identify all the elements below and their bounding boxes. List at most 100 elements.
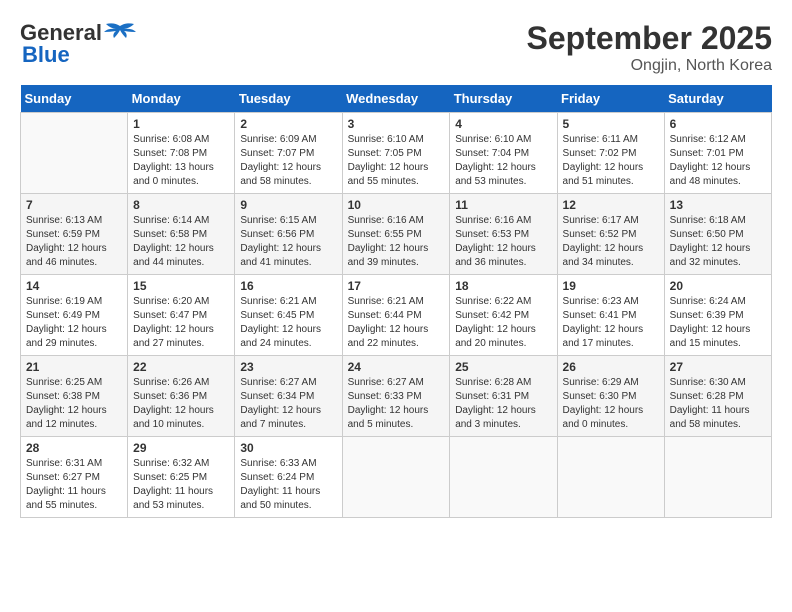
week-row-3: 14 Sunrise: 6:19 AM Sunset: 6:49 PM Dayli… bbox=[21, 275, 772, 356]
day-info: Sunrise: 6:08 AM Sunset: 7:08 PM Dayligh… bbox=[133, 133, 229, 189]
day-info: Sunrise: 6:18 AM Sunset: 6:50 PM Dayligh… bbox=[670, 214, 766, 270]
day-number: 4 bbox=[455, 117, 551, 131]
calendar-cell: 26Sunrise: 6:29 AM Sunset: 6:30 PM Dayli… bbox=[557, 356, 664, 437]
day-number: 30 bbox=[240, 441, 336, 455]
day-number: 23 bbox=[240, 360, 336, 374]
calendar-cell: 24Sunrise: 6:27 AM Sunset: 6:33 PM Dayli… bbox=[342, 356, 450, 437]
calendar-cell: 29Sunrise: 6:32 AM Sunset: 6:25 PM Dayli… bbox=[128, 437, 235, 518]
day-number: 22 bbox=[133, 360, 229, 374]
col-header-saturday: Saturday bbox=[664, 85, 771, 113]
week-row-1: 1Sunrise: 6:08 AM Sunset: 7:08 PM Daylig… bbox=[21, 113, 772, 194]
day-info: Sunrise: 6:31 AM Sunset: 6:27 PM Dayligh… bbox=[26, 457, 122, 513]
week-row-4: 21 Sunrise: 6:25 AM Sunset: 6:38 PM Dayli… bbox=[21, 356, 772, 437]
day-info: Sunrise: 6:15 AM Sunset: 6:56 PM Dayligh… bbox=[240, 214, 336, 270]
calendar-cell: 5 Sunrise: 6:11 AM Sunset: 7:02 PM Daylig… bbox=[557, 113, 664, 194]
day-number: 12 bbox=[563, 198, 659, 212]
col-header-thursday: Thursday bbox=[450, 85, 557, 113]
col-header-sunday: Sunday bbox=[21, 85, 128, 113]
calendar-cell: 30Sunrise: 6:33 AM Sunset: 6:24 PM Dayli… bbox=[235, 437, 342, 518]
calendar-cell: 21 Sunrise: 6:25 AM Sunset: 6:38 PM Dayli… bbox=[21, 356, 128, 437]
day-number: 17 bbox=[348, 279, 445, 293]
calendar-cell: 11 Sunrise: 6:16 AM Sunset: 6:53 PM Dayli… bbox=[450, 194, 557, 275]
calendar-cell bbox=[21, 113, 128, 194]
col-header-monday: Monday bbox=[128, 85, 235, 113]
month-title: September 2025 bbox=[527, 20, 772, 57]
calendar-cell: 6 Sunrise: 6:12 AM Sunset: 7:01 PM Daylig… bbox=[664, 113, 771, 194]
day-info: Sunrise: 6:13 AM Sunset: 6:59 PM Dayligh… bbox=[26, 214, 122, 270]
day-info: Sunrise: 6:21 AM Sunset: 6:44 PM Dayligh… bbox=[348, 295, 445, 351]
day-number: 21 bbox=[26, 360, 122, 374]
calendar-cell: 25 Sunrise: 6:28 AM Sunset: 6:31 PM Dayli… bbox=[450, 356, 557, 437]
location: Ongjin, North Korea bbox=[527, 57, 772, 75]
day-info: Sunrise: 6:30 AM Sunset: 6:28 PM Dayligh… bbox=[670, 376, 766, 432]
calendar-cell: 4 Sunrise: 6:10 AM Sunset: 7:04 PM Daylig… bbox=[450, 113, 557, 194]
calendar-cell: 27 Sunrise: 6:30 AM Sunset: 6:28 PM Dayli… bbox=[664, 356, 771, 437]
col-header-tuesday: Tuesday bbox=[235, 85, 342, 113]
calendar-cell: 7 Sunrise: 6:13 AM Sunset: 6:59 PM Daylig… bbox=[21, 194, 128, 275]
day-info: Sunrise: 6:16 AM Sunset: 6:53 PM Dayligh… bbox=[455, 214, 551, 270]
calendar-cell: 8 Sunrise: 6:14 AM Sunset: 6:58 PM Daylig… bbox=[128, 194, 235, 275]
calendar-cell bbox=[342, 437, 450, 518]
day-number: 19 bbox=[563, 279, 659, 293]
calendar-cell: 3Sunrise: 6:10 AM Sunset: 7:05 PM Daylig… bbox=[342, 113, 450, 194]
day-info: Sunrise: 6:19 AM Sunset: 6:49 PM Dayligh… bbox=[26, 295, 122, 351]
day-number: 10 bbox=[348, 198, 445, 212]
day-number: 29 bbox=[133, 441, 229, 455]
day-number: 24 bbox=[348, 360, 445, 374]
logo-text-blue: Blue bbox=[22, 42, 70, 68]
calendar-cell: 23 Sunrise: 6:27 AM Sunset: 6:34 PM Dayli… bbox=[235, 356, 342, 437]
calendar-cell: 28Sunrise: 6:31 AM Sunset: 6:27 PM Dayli… bbox=[21, 437, 128, 518]
calendar-cell: 22 Sunrise: 6:26 AM Sunset: 6:36 PM Dayli… bbox=[128, 356, 235, 437]
day-number: 11 bbox=[455, 198, 551, 212]
calendar-cell: 12 Sunrise: 6:17 AM Sunset: 6:52 PM Dayli… bbox=[557, 194, 664, 275]
day-info: Sunrise: 6:10 AM Sunset: 7:04 PM Dayligh… bbox=[455, 133, 551, 189]
day-number: 26 bbox=[563, 360, 659, 374]
day-info: Sunrise: 6:16 AM Sunset: 6:55 PM Dayligh… bbox=[348, 214, 445, 270]
page-header: General Blue September 2025 Ongjin, Nort… bbox=[20, 20, 772, 75]
day-number: 14 bbox=[26, 279, 122, 293]
day-number: 20 bbox=[670, 279, 766, 293]
day-info: Sunrise: 6:22 AM Sunset: 6:42 PM Dayligh… bbox=[455, 295, 551, 351]
day-number: 15 bbox=[133, 279, 229, 293]
calendar-cell: 15 Sunrise: 6:20 AM Sunset: 6:47 PM Dayli… bbox=[128, 275, 235, 356]
day-number: 2 bbox=[240, 117, 336, 131]
day-info: Sunrise: 6:21 AM Sunset: 6:45 PM Dayligh… bbox=[240, 295, 336, 351]
day-number: 18 bbox=[455, 279, 551, 293]
calendar-cell: 2 Sunrise: 6:09 AM Sunset: 7:07 PM Daylig… bbox=[235, 113, 342, 194]
day-info: Sunrise: 6:11 AM Sunset: 7:02 PM Dayligh… bbox=[563, 133, 659, 189]
day-number: 3 bbox=[348, 117, 445, 131]
day-number: 13 bbox=[670, 198, 766, 212]
day-number: 27 bbox=[670, 360, 766, 374]
day-info: Sunrise: 6:17 AM Sunset: 6:52 PM Dayligh… bbox=[563, 214, 659, 270]
day-info: Sunrise: 6:12 AM Sunset: 7:01 PM Dayligh… bbox=[670, 133, 766, 189]
calendar-cell bbox=[557, 437, 664, 518]
day-info: Sunrise: 6:28 AM Sunset: 6:31 PM Dayligh… bbox=[455, 376, 551, 432]
day-info: Sunrise: 6:20 AM Sunset: 6:47 PM Dayligh… bbox=[133, 295, 229, 351]
day-number: 8 bbox=[133, 198, 229, 212]
calendar-cell: 17 Sunrise: 6:21 AM Sunset: 6:44 PM Dayli… bbox=[342, 275, 450, 356]
day-number: 16 bbox=[240, 279, 336, 293]
calendar-table: SundayMondayTuesdayWednesdayThursdayFrid… bbox=[20, 85, 772, 518]
day-info: Sunrise: 6:14 AM Sunset: 6:58 PM Dayligh… bbox=[133, 214, 229, 270]
day-number: 25 bbox=[455, 360, 551, 374]
calendar-cell bbox=[664, 437, 771, 518]
calendar-cell: 10 Sunrise: 6:16 AM Sunset: 6:55 PM Dayli… bbox=[342, 194, 450, 275]
calendar-cell: 14 Sunrise: 6:19 AM Sunset: 6:49 PM Dayli… bbox=[21, 275, 128, 356]
header-row: SundayMondayTuesdayWednesdayThursdayFrid… bbox=[21, 85, 772, 113]
title-section: September 2025 Ongjin, North Korea bbox=[527, 20, 772, 75]
day-info: Sunrise: 6:27 AM Sunset: 6:34 PM Dayligh… bbox=[240, 376, 336, 432]
day-number: 7 bbox=[26, 198, 122, 212]
col-header-friday: Friday bbox=[557, 85, 664, 113]
calendar-cell: 9Sunrise: 6:15 AM Sunset: 6:56 PM Daylig… bbox=[235, 194, 342, 275]
day-info: Sunrise: 6:09 AM Sunset: 7:07 PM Dayligh… bbox=[240, 133, 336, 189]
day-info: Sunrise: 6:25 AM Sunset: 6:38 PM Dayligh… bbox=[26, 376, 122, 432]
logo-bird-icon bbox=[102, 22, 138, 44]
logo: General Blue bbox=[20, 20, 138, 68]
calendar-cell: 18 Sunrise: 6:22 AM Sunset: 6:42 PM Dayli… bbox=[450, 275, 557, 356]
calendar-cell: 19Sunrise: 6:23 AM Sunset: 6:41 PM Dayli… bbox=[557, 275, 664, 356]
calendar-cell: 1Sunrise: 6:08 AM Sunset: 7:08 PM Daylig… bbox=[128, 113, 235, 194]
calendar-cell bbox=[450, 437, 557, 518]
day-number: 5 bbox=[563, 117, 659, 131]
day-info: Sunrise: 6:26 AM Sunset: 6:36 PM Dayligh… bbox=[133, 376, 229, 432]
day-number: 6 bbox=[670, 117, 766, 131]
